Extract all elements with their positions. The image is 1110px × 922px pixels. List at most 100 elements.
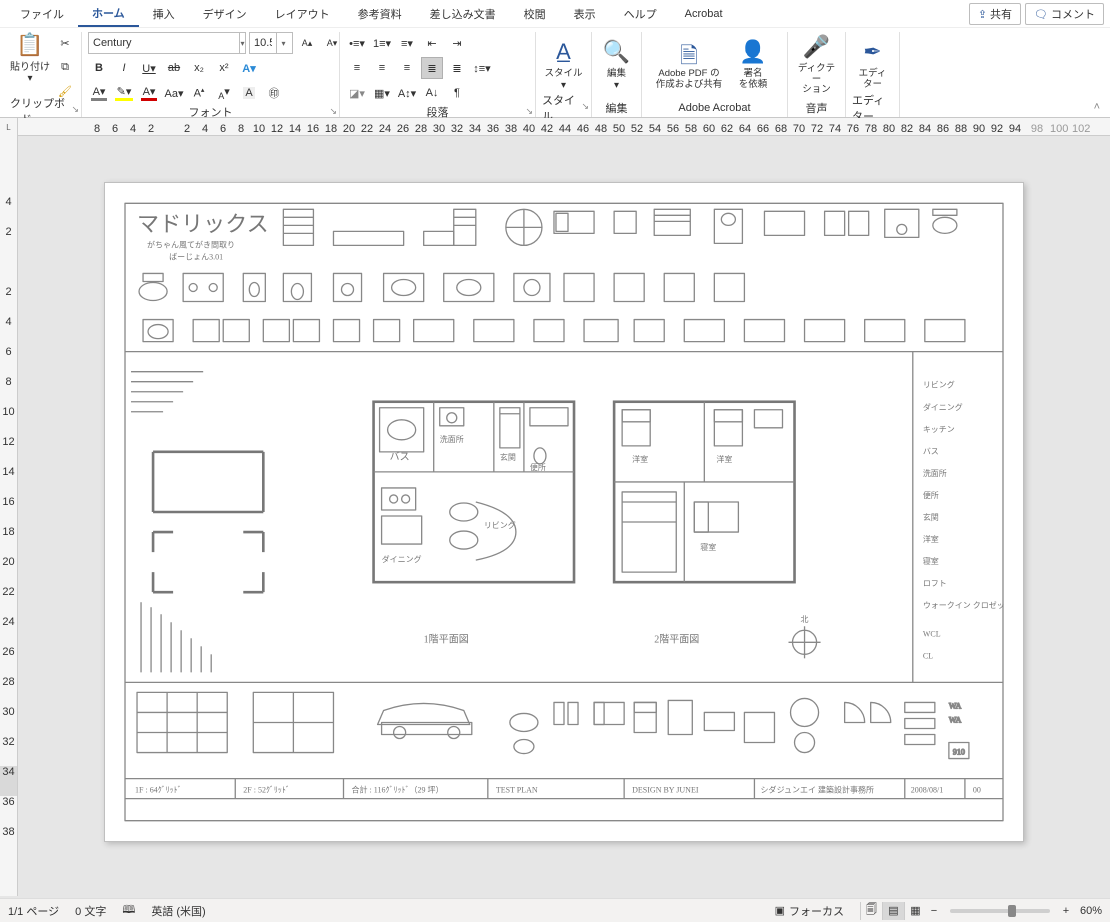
- shading-icon: ◪▾: [349, 87, 365, 100]
- status-focus[interactable]: ▣フォーカス: [775, 903, 844, 919]
- edit-button[interactable]: 🔍 編集 ▾: [598, 32, 635, 98]
- ruler-tick: 2: [5, 286, 11, 316]
- multilist-button[interactable]: ≡▾: [396, 32, 418, 54]
- ruler-tick: 58: [682, 123, 700, 135]
- tab-references[interactable]: 参考資料: [344, 2, 416, 26]
- borders-button[interactable]: ▦▾: [371, 82, 393, 104]
- distribute-button[interactable]: ≣: [446, 57, 468, 79]
- change-case-button[interactable]: Aa▾: [163, 82, 185, 104]
- view-print-button[interactable]: ▤: [882, 902, 904, 920]
- chevron-down-icon: ▾: [27, 73, 32, 84]
- dialog-launcher-icon[interactable]: ↘: [329, 106, 337, 117]
- align-left-button[interactable]: ≡: [346, 57, 368, 79]
- font-size-combo[interactable]: ▾: [249, 32, 293, 54]
- show-marks-button[interactable]: ¶: [446, 82, 468, 104]
- cut-button[interactable]: ✂: [54, 32, 76, 54]
- align-center-button[interactable]: ≡: [371, 57, 393, 79]
- highlight-icon: ✎▾: [115, 85, 134, 101]
- status-proofing[interactable]: 🕮: [122, 901, 135, 920]
- grow-font-button[interactable]: A▴: [296, 32, 318, 54]
- tab-review[interactable]: 校閲: [510, 2, 560, 26]
- font-color2-button[interactable]: A▾: [138, 82, 160, 104]
- superscript-button[interactable]: x²: [213, 57, 235, 79]
- copy-button[interactable]: ⧉: [54, 56, 76, 78]
- strike-button[interactable]: ab: [163, 57, 185, 79]
- page[interactable]: .ln{stroke:#888;stroke-width:1.3;fill:no…: [104, 182, 1024, 842]
- zoom-in-button[interactable]: +: [1058, 905, 1074, 917]
- text-effects-button[interactable]: A▾: [238, 57, 260, 79]
- tab-help[interactable]: ヘルプ: [610, 2, 671, 26]
- zoom-slider[interactable]: [950, 909, 1050, 913]
- font-family-combo[interactable]: ▾: [88, 32, 246, 54]
- numbering-button[interactable]: 1≡▾: [371, 32, 393, 54]
- enclose-button[interactable]: ㊞: [263, 82, 285, 104]
- ruler-vertical[interactable]: 4 2 2 4 6 8 10 12 14 16 18 20 22 24 26 2…: [0, 136, 18, 896]
- ruler-tick: 12: [268, 123, 286, 135]
- ruler-tick: 26: [394, 123, 412, 135]
- request-sign-button[interactable]: 👤 署名 を依頼: [730, 32, 776, 98]
- svg-text:寝室: 寝室: [923, 556, 939, 566]
- ruler-tick: 94: [1006, 123, 1024, 135]
- zoom-level[interactable]: 60%: [1080, 905, 1102, 917]
- ruler-horizontal[interactable]: L 8 6 4 2 2 4 6 8 10 12 14 16 18 20 22 2…: [0, 118, 1110, 136]
- bullets-button[interactable]: •≡▾: [346, 32, 368, 54]
- clear-format-button[interactable]: A: [238, 82, 260, 104]
- create-pdf-button[interactable]: 🗎 Adobe PDF の 作成および共有: [648, 32, 730, 98]
- ruler-tick: 18: [2, 526, 14, 556]
- line-spacing-button[interactable]: ↕≡▾: [471, 57, 493, 79]
- sort2-button[interactable]: A↓: [421, 82, 443, 104]
- paste-button[interactable]: 📋 貼り付け ▾: [10, 32, 50, 84]
- shading-button[interactable]: ◪▾: [346, 82, 368, 104]
- highlight-button[interactable]: ✎▾: [113, 82, 135, 104]
- document-workspace[interactable]: .ln{stroke:#888;stroke-width:1.3;fill:no…: [18, 136, 1110, 896]
- share-button[interactable]: ⇪共有: [969, 3, 1021, 25]
- ruler-tick: 66: [754, 123, 772, 135]
- pilcrow-icon: ¶: [454, 87, 460, 99]
- tab-view[interactable]: 表示: [560, 2, 610, 26]
- dialog-launcher-icon[interactable]: ↘: [71, 104, 79, 115]
- dialog-launcher-icon[interactable]: ↘: [581, 101, 589, 112]
- chevron-down-icon[interactable]: ▾: [239, 33, 245, 53]
- ruler-tick: 6: [5, 346, 11, 376]
- underline-button[interactable]: U▾: [138, 57, 160, 79]
- dictation-button[interactable]: 🎤 ディクテー ション: [794, 32, 839, 98]
- tab-layout[interactable]: レイアウト: [261, 2, 344, 26]
- zoom-out-button[interactable]: −: [926, 905, 942, 917]
- bullets-icon: •≡▾: [349, 37, 365, 50]
- align-right-button[interactable]: ≡: [396, 57, 418, 79]
- inc-indent-button[interactable]: ⇥: [446, 32, 468, 54]
- tab-file[interactable]: ファイル: [6, 2, 78, 26]
- editor-button[interactable]: ✒ エディ ター: [852, 32, 893, 98]
- align-justify-icon: ≣: [427, 62, 436, 75]
- zoom-thumb[interactable]: [1008, 905, 1016, 917]
- tab-acrobat[interactable]: Acrobat: [671, 4, 737, 24]
- styles-button[interactable]: A̲ スタイル ▾: [542, 32, 585, 98]
- tab-mailings[interactable]: 差し込み文書: [416, 2, 510, 26]
- collapse-ribbon-button[interactable]: ˄: [1094, 101, 1100, 113]
- ruler-tick: 4: [124, 123, 142, 135]
- sort-button[interactable]: A↕▾: [396, 82, 418, 104]
- align-justify-button[interactable]: ≣: [421, 57, 443, 79]
- grow-font2-button[interactable]: A▴: [188, 82, 210, 104]
- view-web-button[interactable]: ▦: [904, 902, 926, 920]
- italic-icon: I: [122, 62, 125, 74]
- shrink-font2-button[interactable]: A▾: [213, 82, 235, 104]
- status-wordcount[interactable]: 0 文字: [75, 903, 106, 919]
- chevron-down-icon[interactable]: ▾: [276, 33, 290, 53]
- dialog-launcher-icon[interactable]: ↘: [525, 106, 533, 117]
- view-read-button[interactable]: 🗐: [860, 902, 882, 920]
- tab-insert[interactable]: 挿入: [139, 2, 189, 26]
- tab-design[interactable]: デザイン: [189, 2, 261, 26]
- subscript-button[interactable]: x₂: [188, 57, 210, 79]
- italic-button[interactable]: I: [113, 57, 135, 79]
- font-color-button[interactable]: A▾: [88, 82, 110, 104]
- ruler-tick: 98: [1028, 123, 1046, 135]
- font-family-input[interactable]: [89, 33, 239, 53]
- dec-indent-button[interactable]: ⇤: [421, 32, 443, 54]
- status-page[interactable]: 1/1 ページ: [8, 903, 59, 919]
- comment-button[interactable]: 🗨コメント: [1025, 3, 1104, 25]
- font-size-input[interactable]: [250, 33, 276, 53]
- status-language[interactable]: 英語 (米国): [151, 903, 205, 919]
- tab-home[interactable]: ホーム: [78, 1, 139, 27]
- bold-button[interactable]: B: [88, 57, 110, 79]
